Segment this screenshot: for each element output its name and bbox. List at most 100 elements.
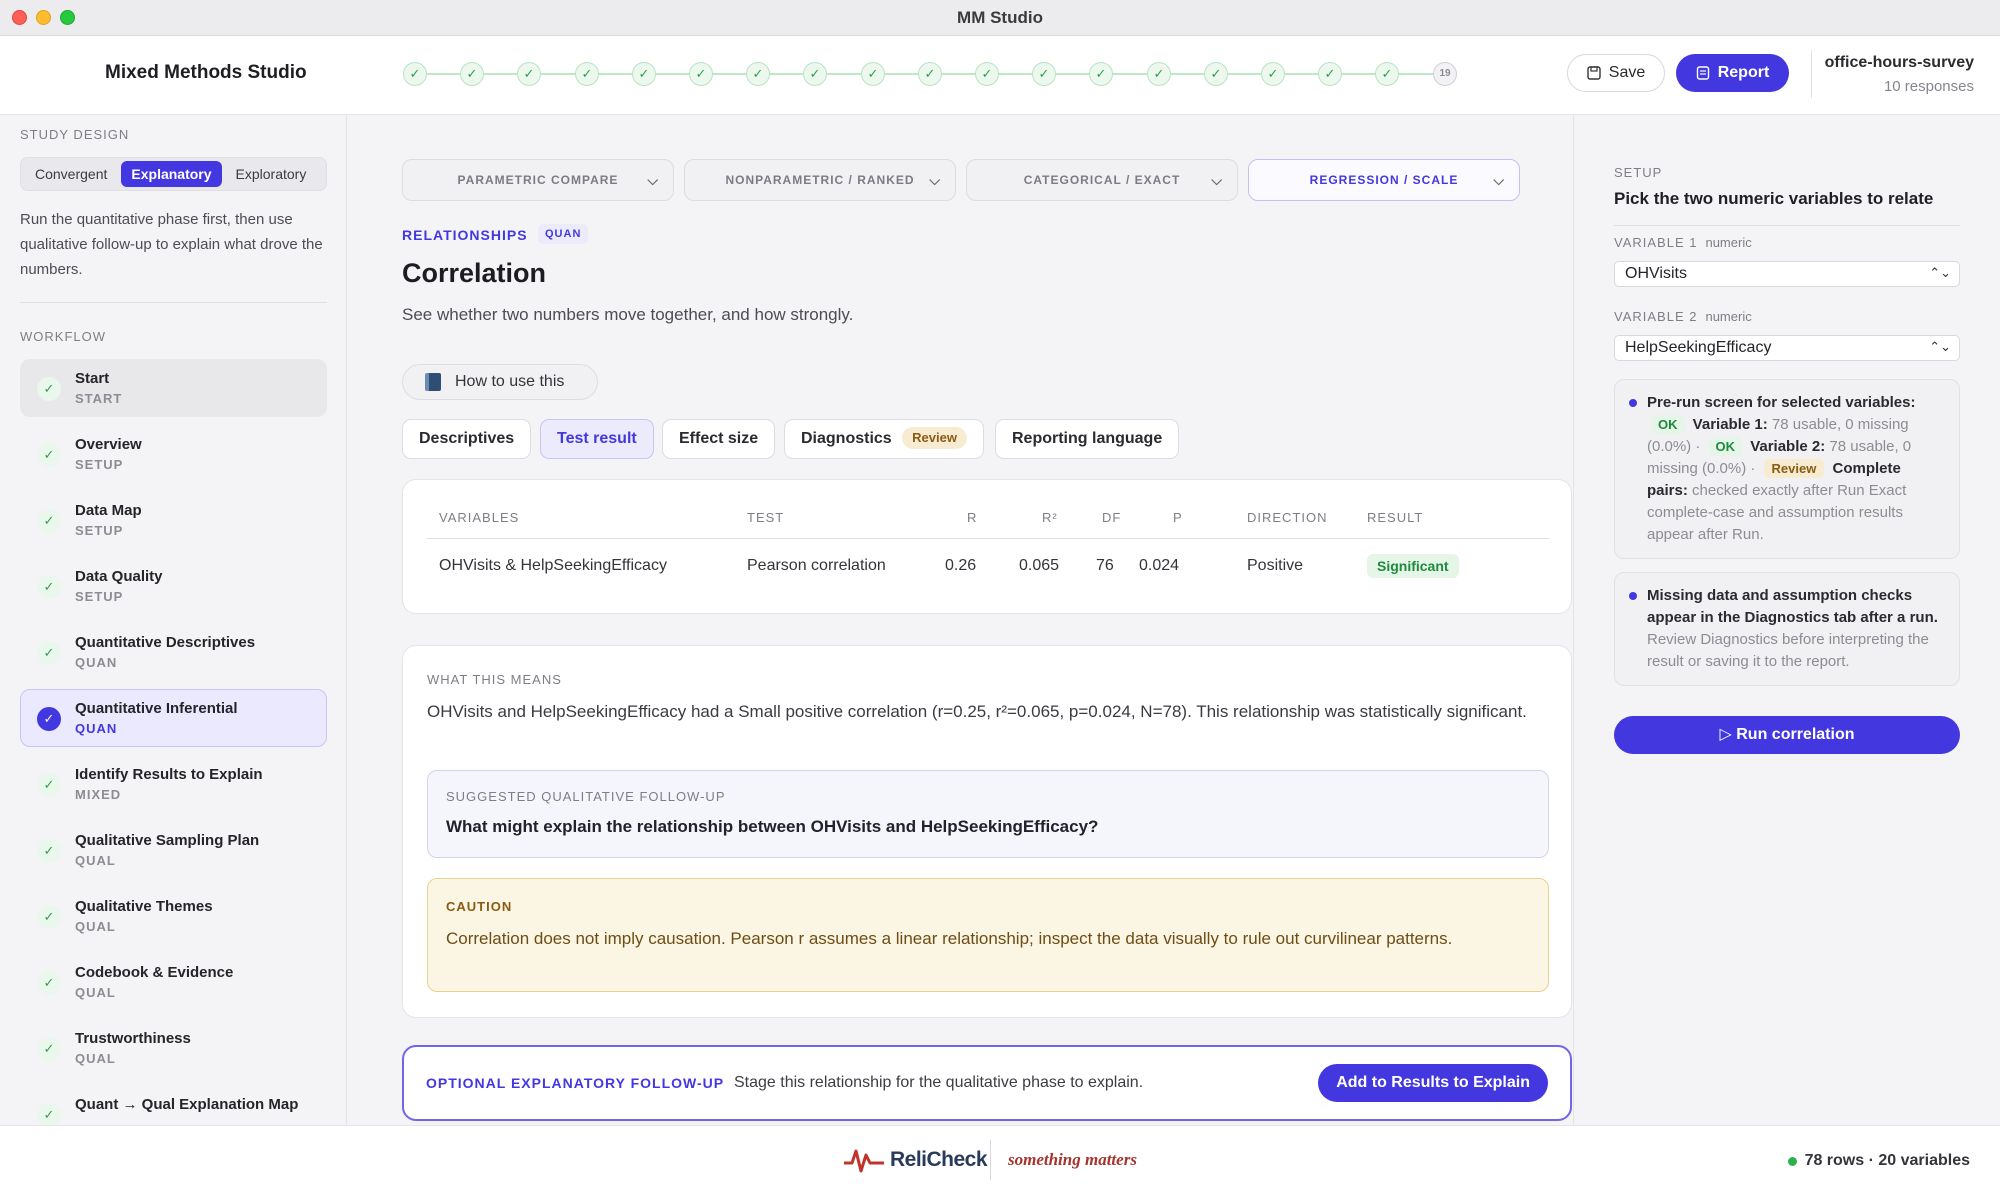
- dataset-status: 78 rows · 20 variables: [1787, 1152, 1970, 1170]
- caution-box: CAUTION Correlation does not imply causa…: [427, 878, 1549, 992]
- sidebar-item-quantitative-inferential[interactable]: ✓ Quantitative Inferential QUAN: [20, 689, 327, 747]
- step-complete-9[interactable]: ✓: [861, 62, 885, 86]
- sidebar-item-qualitative-sampling[interactable]: ✓ Qualitative Sampling Plan QUAL: [20, 821, 327, 879]
- step-complete-10[interactable]: ✓: [918, 62, 942, 86]
- tab-regression-scale[interactable]: REGRESSION / SCALE ⌵: [1248, 159, 1520, 201]
- step-complete-14[interactable]: ✓: [1147, 62, 1171, 86]
- step-complete-1[interactable]: ✓: [403, 62, 427, 86]
- step-complete-16[interactable]: ✓: [1261, 62, 1285, 86]
- sidebar-item-trustworthiness[interactable]: ✓ Trustworthiness QUAL: [20, 1019, 327, 1077]
- tab-parametric-compare[interactable]: PARAMETRIC COMPARE ⌵: [402, 159, 674, 201]
- sidebar-item-phase: START: [75, 391, 123, 406]
- check-icon: ✓: [37, 575, 61, 599]
- save-button[interactable]: Save: [1567, 54, 1665, 92]
- optional-followup-text: Stage this relationship for the qualitat…: [734, 1074, 1144, 1091]
- step-complete-3[interactable]: ✓: [517, 62, 541, 86]
- sidebar-item-qualitative-themes[interactable]: ✓ Qualitative Themes QUAL: [20, 887, 327, 945]
- chevron-down-icon: ⌵: [1493, 172, 1505, 188]
- variable-2-check-name: Variable 2:: [1750, 438, 1826, 455]
- subtab-descriptives[interactable]: Descriptives: [402, 419, 532, 459]
- sidebar-item-overview[interactable]: ✓ Overview SETUP: [20, 425, 327, 483]
- page-description: See whether two numbers move together, a…: [402, 305, 854, 324]
- survey-response-count: 10 responses: [1883, 78, 1974, 95]
- book-icon: [425, 373, 441, 391]
- meaning-label: WHAT THIS MEANS: [427, 672, 562, 687]
- relicheck-logo: ReliCheck: [844, 1142, 988, 1178]
- step-complete-11[interactable]: ✓: [975, 62, 999, 86]
- design-option-explanatory[interactable]: Explanatory: [121, 161, 222, 187]
- sidebar-item-title: Quant → Qual Explanation Map: [75, 1096, 299, 1113]
- tab-categorical-exact[interactable]: CATEGORICAL / EXACT ⌵: [966, 159, 1238, 201]
- sidebar-item-title: Start: [75, 370, 110, 387]
- how-to-use-button[interactable]: How to use this: [402, 364, 598, 400]
- chevron-down-icon: ⌵: [1211, 172, 1223, 188]
- header-divider: [1811, 50, 1812, 98]
- sidebar-item-start[interactable]: ✓ Start START: [20, 359, 327, 417]
- sidebar-item-codebook[interactable]: ✓ Codebook & Evidence QUAL: [20, 953, 327, 1011]
- pulse-icon: [844, 1149, 884, 1173]
- step-19[interactable]: 19: [1433, 62, 1457, 86]
- sidebar-item-quantitative-descriptives[interactable]: ✓ Quantitative Descriptives QUAN: [20, 623, 327, 681]
- check-icon: ✓: [37, 443, 61, 467]
- workflow-label: WORKFLOW: [20, 329, 106, 344]
- sidebar-item-title: Identify Results to Explain: [75, 766, 263, 783]
- table-header-divider: [427, 538, 1549, 539]
- variable-2-select[interactable]: HelpSeekingEfficacy ⌃⌄: [1614, 335, 1960, 361]
- step-complete-15[interactable]: ✓: [1204, 62, 1228, 86]
- report-button[interactable]: Report: [1676, 54, 1789, 92]
- variable-1-label: VARIABLE 1 numeric: [1614, 235, 1752, 250]
- tab-label: NONPARAMETRIC / RANKED: [725, 173, 915, 187]
- step-complete-13[interactable]: ✓: [1089, 62, 1113, 86]
- step-complete-2[interactable]: ✓: [460, 62, 484, 86]
- phase-badge: QUAN: [538, 224, 589, 244]
- sidebar-item-data-map[interactable]: ✓ Data Map SETUP: [20, 491, 327, 549]
- window-title: MM Studio: [957, 8, 1043, 27]
- subtab-diagnostics-label: Diagnostics: [801, 430, 892, 447]
- design-option-convergent[interactable]: Convergent: [25, 161, 117, 187]
- run-correlation-button[interactable]: ▷ Run correlation: [1614, 716, 1960, 754]
- chevron-down-icon: ⌵: [647, 172, 659, 188]
- step-complete-5[interactable]: ✓: [632, 62, 656, 86]
- subtab-reporting-language[interactable]: Reporting language: [995, 419, 1180, 459]
- sidebar-item-explanation-map[interactable]: ✓ Quant → Qual Explanation Map: [20, 1085, 327, 1125]
- sidebar-divider: [20, 302, 327, 303]
- setup-kicker: SETUP: [1614, 165, 1663, 180]
- sidebar-item-title: Codebook & Evidence: [75, 964, 234, 981]
- sidebar-item-phase: MIXED: [75, 787, 122, 802]
- followup-question: What might explain the relationship betw…: [446, 817, 1099, 836]
- step-complete-17[interactable]: ✓: [1318, 62, 1342, 86]
- step-complete-7[interactable]: ✓: [746, 62, 770, 86]
- tab-nonparametric-ranked[interactable]: NONPARAMETRIC / RANKED ⌵: [684, 159, 956, 201]
- sidebar-item-data-quality[interactable]: ✓ Data Quality SETUP: [20, 557, 327, 615]
- variable-2-label-text: VARIABLE 2: [1614, 309, 1698, 324]
- table-header-r: R: [967, 510, 978, 525]
- subtab-test-result[interactable]: Test result: [540, 419, 654, 459]
- variable-1-value: OHVisits: [1625, 265, 1687, 282]
- step-complete-8[interactable]: ✓: [803, 62, 827, 86]
- variable-1-select[interactable]: OHVisits ⌃⌄: [1614, 261, 1960, 287]
- subtab-effect-size[interactable]: Effect size: [662, 419, 776, 459]
- step-complete-18[interactable]: ✓: [1375, 62, 1399, 86]
- status-dot-icon: [1787, 1156, 1797, 1166]
- add-to-results-button[interactable]: Add to Results to Explain: [1318, 1064, 1548, 1102]
- cell-p: 0.024: [1139, 557, 1180, 574]
- cell-df: 76: [1096, 557, 1114, 574]
- report-label: Report: [1717, 64, 1770, 81]
- study-design-label: STUDY DESIGN: [20, 127, 130, 142]
- step-complete-4[interactable]: ✓: [575, 62, 599, 86]
- select-arrows-icon: ⌃⌄: [1929, 265, 1951, 280]
- table-header-p: P: [1173, 510, 1183, 525]
- missing-data-text: Review Diagnostics before interpreting t…: [1647, 631, 1929, 670]
- step-complete-12[interactable]: ✓: [1032, 62, 1056, 86]
- table-header-result: RESULT: [1367, 510, 1424, 525]
- subtab-diagnostics[interactable]: Diagnostics Review: [784, 419, 984, 459]
- sidebar-item-identify-results[interactable]: ✓ Identify Results to Explain MIXED: [20, 755, 327, 813]
- step-complete-6[interactable]: ✓: [689, 62, 713, 86]
- cell-r: 0.26: [945, 557, 977, 574]
- sidebar: STUDY DESIGN Convergent Explanatory Expl…: [0, 115, 347, 1125]
- design-option-exploratory[interactable]: Exploratory: [226, 161, 317, 187]
- missing-data-card: Missing data and assumption checks appea…: [1614, 572, 1960, 686]
- check-icon: ✓: [37, 641, 61, 665]
- how-to-use-label: How to use this: [455, 373, 565, 390]
- logo-text: ReliCheck: [890, 1148, 988, 1171]
